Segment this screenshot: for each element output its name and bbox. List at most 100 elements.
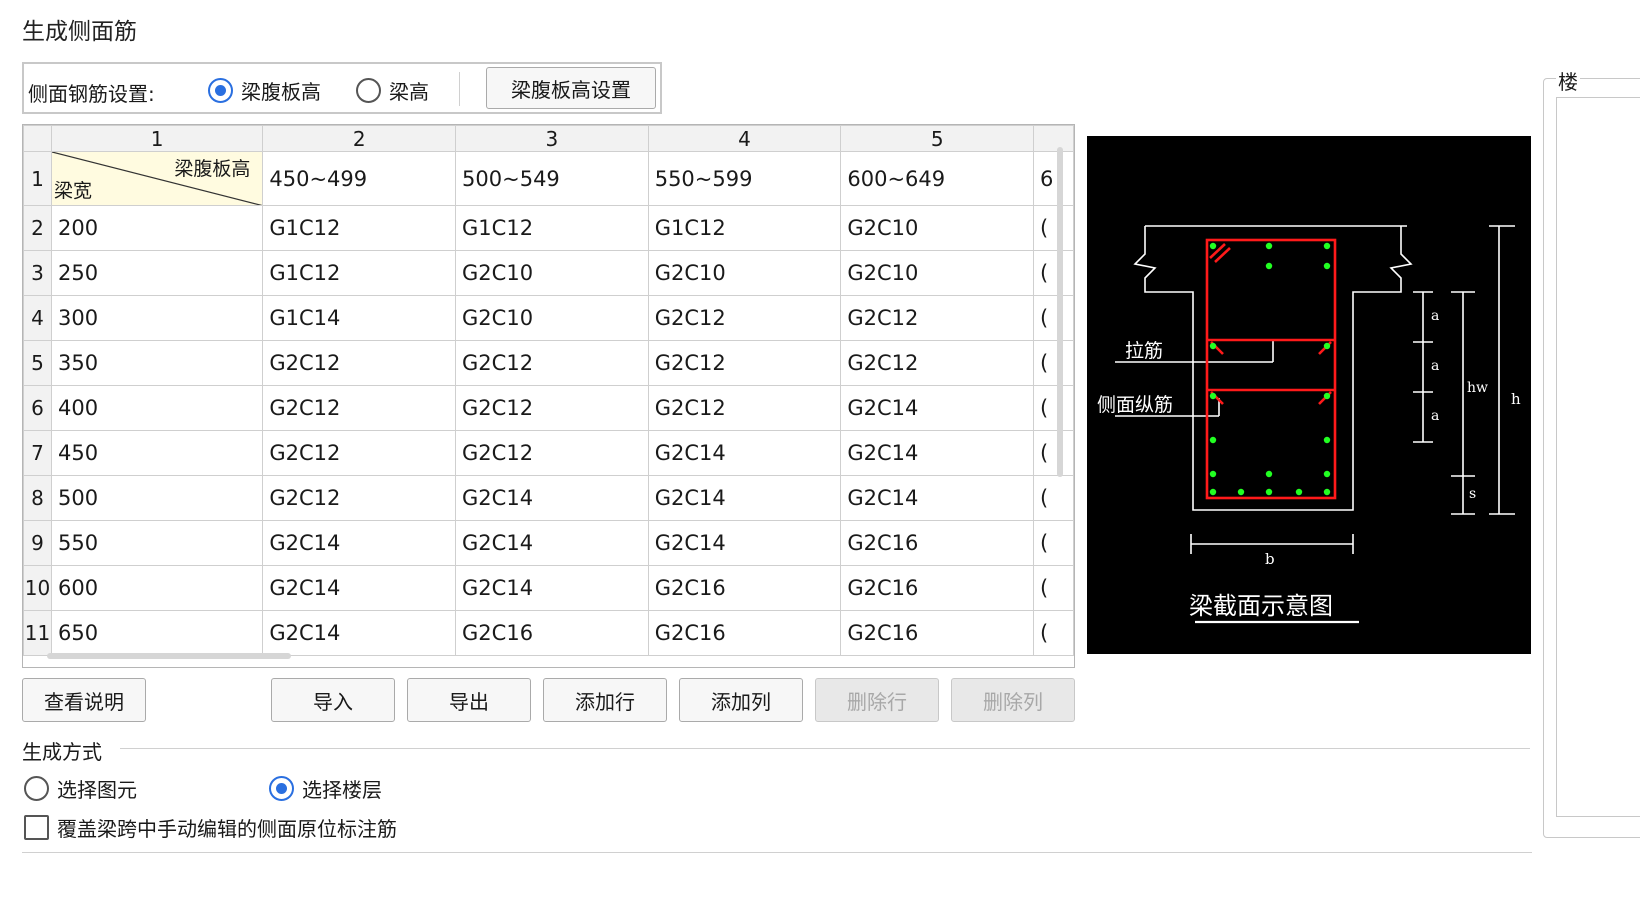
beam-width-cell[interactable]: 250 xyxy=(50,250,264,296)
rebar-spec-cell[interactable]: G2C10 xyxy=(455,250,649,296)
table-row[interactable]: 4 300 G1C14 G2C10 G2C12 G2C12( xyxy=(23,295,1074,341)
rebar-spec-cell[interactable]: G1C12 xyxy=(647,205,842,251)
table-row[interactable]: 7 450 G2C12 G2C12 G2C14 G2C14( xyxy=(23,430,1074,476)
rebar-spec-cell[interactable]: G2C10 xyxy=(455,295,649,341)
radio-web-height[interactable]: 梁腹板高 xyxy=(208,76,321,105)
rebar-spec-cell[interactable]: G2C12 xyxy=(647,295,842,341)
horizontal-scrollbar[interactable] xyxy=(47,653,291,659)
rebar-spec-cell[interactable]: G2C16 xyxy=(455,610,649,656)
rebar-spec-cell[interactable]: ( xyxy=(1033,385,1074,431)
col-header[interactable]: 4 xyxy=(647,125,842,152)
rebar-table[interactable]: 1 2 3 4 5 1 梁腹板高 梁宽 450~499 500~549 550~… xyxy=(22,124,1075,668)
rebar-spec-cell[interactable]: G2C14 xyxy=(840,430,1035,476)
web-height-cell[interactable]: 550~599 xyxy=(647,151,842,206)
rebar-spec-cell[interactable]: G2C12 xyxy=(840,340,1035,386)
rebar-spec-cell[interactable]: G2C14 xyxy=(647,430,842,476)
radio-beam-height[interactable]: 梁高 xyxy=(356,76,429,105)
col-header[interactable]: 5 xyxy=(840,125,1035,152)
view-help-button[interactable]: 查看说明 xyxy=(22,678,146,722)
row-number[interactable]: 8 xyxy=(23,475,52,521)
rebar-spec-cell[interactable]: G2C12 xyxy=(455,385,649,431)
rebar-spec-cell[interactable]: ( xyxy=(1033,340,1074,386)
rebar-spec-cell[interactable]: G2C14 xyxy=(840,385,1035,431)
beam-width-cell[interactable]: 550 xyxy=(50,520,264,566)
rebar-spec-cell[interactable]: G2C12 xyxy=(840,295,1035,341)
rebar-spec-cell[interactable]: ( xyxy=(1033,520,1074,566)
add-row-button[interactable]: 添加行 xyxy=(543,678,667,722)
beam-width-cell[interactable]: 400 xyxy=(50,385,264,431)
rebar-spec-cell[interactable]: G2C12 xyxy=(455,430,649,476)
rebar-spec-cell[interactable]: G2C10 xyxy=(647,250,842,296)
right-panel-list[interactable] xyxy=(1556,97,1640,817)
import-button[interactable]: 导入 xyxy=(271,678,395,722)
web-height-cell[interactable]: 450~499 xyxy=(262,151,457,206)
rebar-spec-cell[interactable]: G2C14 xyxy=(455,475,649,521)
rebar-spec-cell[interactable]: G2C12 xyxy=(262,340,457,386)
rebar-spec-cell[interactable]: ( xyxy=(1033,295,1074,341)
delete-column-button[interactable]: 删除列 xyxy=(951,678,1075,722)
override-manual-annotation-checkbox[interactable]: 覆盖梁跨中手动编辑的侧面原位标注筋 xyxy=(24,813,397,842)
rebar-spec-cell[interactable]: G1C12 xyxy=(262,250,457,296)
rebar-spec-cell[interactable]: ( xyxy=(1033,250,1074,296)
web-height-cell[interactable]: 500~549 xyxy=(455,151,649,206)
rebar-spec-cell[interactable]: G1C12 xyxy=(455,205,649,251)
row-number[interactable]: 7 xyxy=(23,430,52,476)
rebar-spec-cell[interactable]: G2C16 xyxy=(840,565,1035,611)
row-number[interactable]: 3 xyxy=(23,250,52,296)
rebar-spec-cell[interactable]: G2C14 xyxy=(262,520,457,566)
table-row[interactable]: 2 200 G1C12 G1C12 G1C12 G2C10( xyxy=(23,205,1074,251)
rebar-spec-cell[interactable]: G2C12 xyxy=(647,340,842,386)
web-height-cell[interactable]: 600~649 xyxy=(840,151,1035,206)
rebar-spec-cell[interactable]: G1C12 xyxy=(262,205,457,251)
rebar-spec-cell[interactable]: G2C16 xyxy=(840,520,1035,566)
row-number[interactable]: 9 xyxy=(23,520,52,566)
table-row[interactable]: 8 500 G2C12 G2C14 G2C14 G2C14( xyxy=(23,475,1074,521)
beam-width-cell[interactable]: 650 xyxy=(50,610,264,656)
web-height-cell[interactable]: 6 xyxy=(1033,151,1074,206)
row-number[interactable]: 6 xyxy=(23,385,52,431)
rebar-spec-cell[interactable]: G2C10 xyxy=(840,205,1035,251)
rebar-spec-cell[interactable]: G2C10 xyxy=(840,250,1035,296)
row-number[interactable]: 1 xyxy=(23,151,52,206)
rebar-spec-cell[interactable]: ( xyxy=(1033,475,1074,521)
col-header[interactable]: 2 xyxy=(262,125,457,152)
delete-row-button[interactable]: 删除行 xyxy=(815,678,939,722)
rebar-spec-cell[interactable]: G2C16 xyxy=(647,565,842,611)
rebar-spec-cell[interactable]: G2C16 xyxy=(840,610,1035,656)
table-row[interactable]: 6 400 G2C12 G2C12 G2C12 G2C14( xyxy=(23,385,1074,431)
table-row[interactable]: 10 600 G2C14 G2C14 G2C16 G2C16( xyxy=(23,565,1074,611)
rebar-spec-cell[interactable]: G2C12 xyxy=(262,385,457,431)
beam-width-cell[interactable]: 450 xyxy=(50,430,264,476)
radio-select-element[interactable]: 选择图元 xyxy=(24,774,137,803)
rebar-spec-cell[interactable]: G2C14 xyxy=(647,520,842,566)
web-height-settings-button[interactable]: 梁腹板高设置 xyxy=(486,67,656,109)
beam-width-cell[interactable]: 600 xyxy=(50,565,264,611)
rebar-spec-cell[interactable]: G2C14 xyxy=(455,565,649,611)
diagonal-header-cell[interactable]: 梁腹板高 梁宽 xyxy=(50,151,264,206)
table-row[interactable]: 5 350 G2C12 G2C12 G2C12 G2C12( xyxy=(23,340,1074,386)
rebar-spec-cell[interactable]: G2C14 xyxy=(647,475,842,521)
rebar-spec-cell[interactable]: G2C14 xyxy=(840,475,1035,521)
rebar-spec-cell[interactable]: G1C14 xyxy=(262,295,457,341)
rebar-spec-cell[interactable]: ( xyxy=(1033,610,1074,656)
beam-width-cell[interactable]: 500 xyxy=(50,475,264,521)
row-number[interactable]: 2 xyxy=(23,205,52,251)
export-button[interactable]: 导出 xyxy=(407,678,531,722)
row-number[interactable]: 11 xyxy=(23,610,52,656)
rebar-spec-cell[interactable]: G2C12 xyxy=(262,430,457,476)
table-row[interactable]: 3 250 G1C12 G2C10 G2C10 G2C10( xyxy=(23,250,1074,296)
rebar-spec-cell[interactable]: ( xyxy=(1033,205,1074,251)
beam-width-cell[interactable]: 300 xyxy=(50,295,264,341)
row-number[interactable]: 10 xyxy=(23,565,52,611)
rebar-spec-cell[interactable]: G2C14 xyxy=(262,610,457,656)
beam-width-cell[interactable]: 350 xyxy=(50,340,264,386)
rebar-spec-cell[interactable]: G2C12 xyxy=(262,475,457,521)
col-header[interactable]: 1 xyxy=(50,125,264,152)
col-header[interactable]: 3 xyxy=(455,125,649,152)
row-number[interactable]: 4 xyxy=(23,295,52,341)
beam-width-cell[interactable]: 200 xyxy=(50,205,264,251)
rebar-spec-cell[interactable]: G2C14 xyxy=(262,565,457,611)
add-column-button[interactable]: 添加列 xyxy=(679,678,803,722)
rebar-spec-cell[interactable]: G2C16 xyxy=(647,610,842,656)
row-number[interactable]: 5 xyxy=(23,340,52,386)
